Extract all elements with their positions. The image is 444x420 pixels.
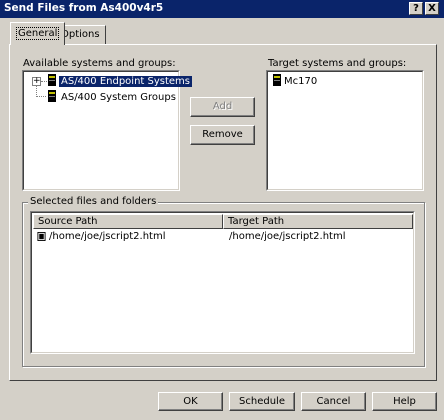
table-row[interactable]: /home/joe/jscript2.html /home/joe/jscrip… — [33, 230, 413, 244]
help-title-button[interactable]: ? — [409, 2, 423, 15]
target-item-mc170[interactable]: Mc170 — [284, 75, 317, 89]
source-path-cell: /home/joe/jscript2.html — [49, 231, 166, 242]
files-group-label: Selected files and folders — [28, 196, 159, 207]
available-listbox[interactable]: + AS/400 Endpoint Systems AS/400 System … — [22, 70, 193, 191]
column-header-target[interactable]: Target Path — [223, 214, 413, 229]
expand-icon[interactable]: + — [32, 77, 41, 86]
tab-general[interactable]: General — [10, 22, 66, 45]
title-bar[interactable]: Send Files from As400v4r5 ? X — [0, 0, 444, 18]
server-group-icon — [48, 90, 56, 102]
target-label: Target systems and groups: — [268, 58, 407, 69]
server-icon — [273, 74, 281, 86]
available-label: Available systems and groups: — [23, 58, 176, 69]
close-title-button[interactable]: X — [425, 2, 439, 15]
help-button[interactable]: Help — [372, 392, 437, 411]
column-header-source[interactable]: Source Path — [33, 214, 223, 229]
server-icon — [48, 74, 56, 86]
tree-item-endpoint-systems[interactable]: AS/400 Endpoint Systems — [59, 75, 193, 89]
cancel-button[interactable]: Cancel — [301, 392, 366, 411]
tree-item-system-groups[interactable]: AS/400 System Groups — [61, 91, 176, 105]
target-path-cell: /home/joe/jscript2.html — [229, 231, 346, 242]
schedule-button[interactable]: Schedule — [229, 392, 295, 411]
add-button[interactable]: Add — [190, 97, 255, 117]
file-icon — [37, 232, 46, 241]
target-listbox[interactable]: Mc170 — [266, 70, 424, 191]
remove-button[interactable]: Remove — [190, 125, 255, 145]
window-title: Send Files from As400v4r5 — [4, 2, 164, 14]
files-list[interactable]: Source Path Target Path /home/joe/jscrip… — [30, 211, 415, 354]
ok-button[interactable]: OK — [158, 392, 223, 411]
